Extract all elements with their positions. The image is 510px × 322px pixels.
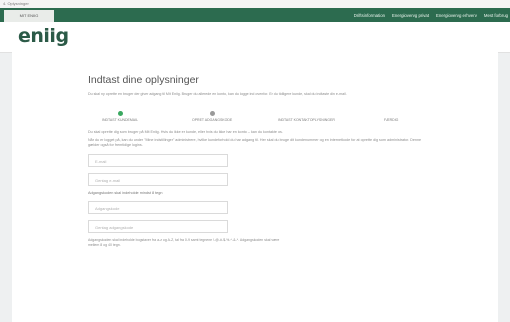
step-faerdig: FÆRDIG	[384, 111, 398, 122]
progress-steps: INDTAST KUNDEMAIL OPRET ADGANGSKODE INDT…	[88, 111, 424, 127]
step-label: INDTAST KUNDEMAIL	[102, 118, 139, 122]
step-dot	[209, 111, 215, 116]
password-hint: Adgangskoden skal indeholde mindst 8 teg…	[88, 191, 163, 195]
password-rules: Adgangskoden skal indeholde bogstaver fr…	[88, 238, 280, 247]
nav-links: Driftsinformation Energiovervg privat En…	[354, 8, 508, 22]
page-title: Indtast dine oplysninger	[88, 74, 199, 86]
signup-form: Indtast dine oplysninger Du skal ny opre…	[88, 74, 424, 248]
step-kundemail: INDTAST KUNDEMAIL	[102, 111, 138, 122]
eniig-logo[interactable]: eniig	[18, 25, 69, 47]
description-2: Når du er logget på, kan du under "Mine …	[88, 138, 422, 147]
password-input[interactable]: Adgangskode	[88, 201, 228, 214]
nav-link-privat[interactable]: Energiovervg privat	[392, 13, 429, 18]
nav-link-drift[interactable]: Driftsinformation	[354, 13, 385, 18]
repeat-password-input[interactable]: Gentag adgangskode	[88, 220, 228, 233]
nav-link-forbrug[interactable]: Mest forbrug	[484, 13, 508, 18]
step-label: INDTAST KONTAKTOPLYSNINGER	[278, 118, 335, 122]
content-panel: Indtast dine oplysninger Du skal ny opre…	[12, 52, 498, 322]
site-header: eniig	[0, 22, 510, 53]
intro-text: Du skal ny oprette en bruger der giver a…	[88, 92, 347, 96]
top-navigation: MIT ENIIG Driftsinformation Energiovervg…	[0, 8, 510, 22]
step-kontaktoplysninger: INDTAST KONTAKTOPLYSNINGER	[278, 111, 335, 122]
browser-tab-title: 4. Oplysninger	[3, 1, 29, 6]
step-active-dot	[117, 111, 123, 116]
email-input[interactable]: E-mail	[88, 154, 228, 167]
nav-link-erhverv[interactable]: Energiovervg erhverv	[436, 13, 477, 18]
step-adgangskode: OPRET ADGANGSKODE	[192, 111, 232, 122]
description-1: Du skal oprette dig som bruger på Mit En…	[88, 130, 283, 134]
step-label: FÆRDIG	[384, 118, 399, 122]
step-dot	[389, 111, 394, 116]
nav-tab-mit-eniig[interactable]: MIT ENIIG	[4, 10, 54, 22]
step-label: OPRET ADGANGSKODE	[192, 118, 233, 122]
repeat-email-input[interactable]: Gentag e-mail	[88, 173, 228, 186]
step-dot	[304, 111, 309, 116]
